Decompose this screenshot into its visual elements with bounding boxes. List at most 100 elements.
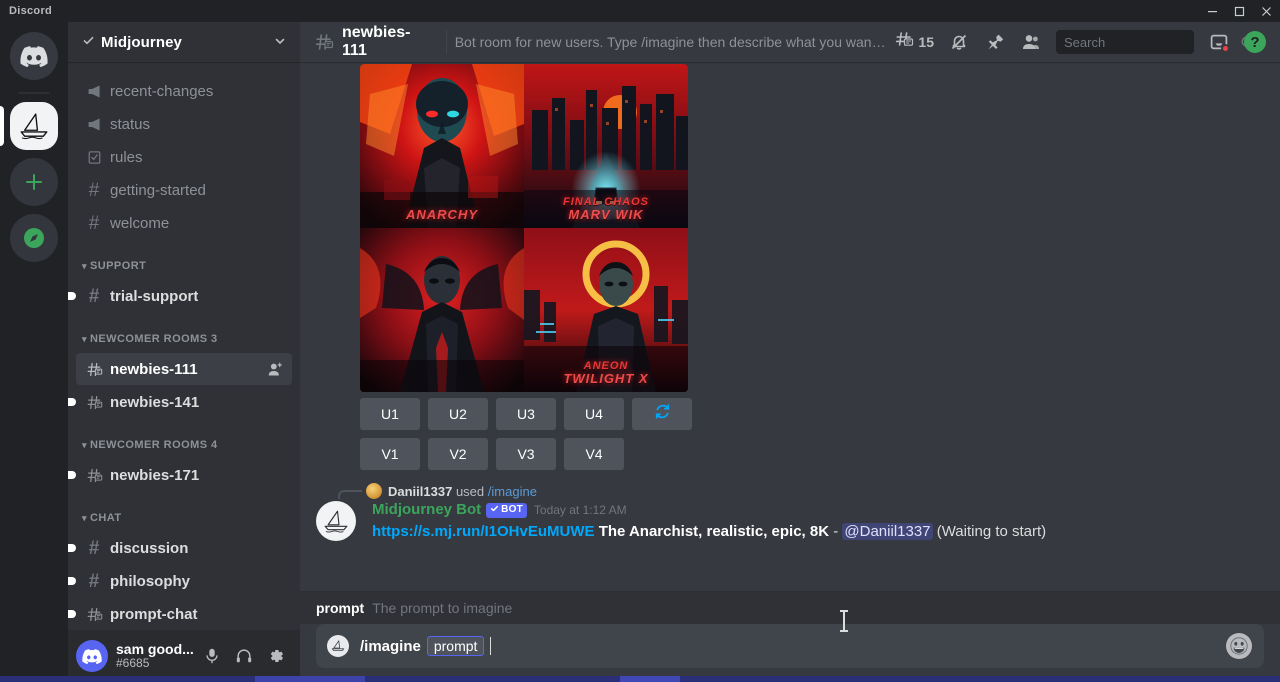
reply-username[interactable]: Daniil1337 [388,484,452,499]
sidebar-item-welcome[interactable]: # welcome [76,207,292,239]
message-dash: - [833,523,838,540]
add-member-icon[interactable] [267,361,284,378]
main-content: newbies-111 Bot room for new users. Type… [300,22,1280,682]
category-newcomer-rooms-4[interactable]: ▾ NEWCOMER ROOMS 4 [68,432,300,458]
message-input[interactable]: /imagine prompt [360,624,1226,668]
chevron-down-icon: ▾ [82,334,87,345]
sidebar-item-newbies-141[interactable]: newbies-141 [76,386,292,418]
user-info[interactable]: sam good... #6685 [116,641,196,671]
sidebar-item-prompt-chat[interactable]: prompt-chat [76,598,292,630]
category-label: NEWCOMER ROOMS 4 [90,439,218,451]
upscale-button-u1[interactable]: U1 [360,398,420,430]
message-list[interactable]: ANARCHY [300,62,1280,592]
channel-header: newbies-111 Bot room for new users. Type… [300,22,1280,62]
reroll-button[interactable] [632,398,692,430]
variation-button-v4[interactable]: V4 [564,438,624,470]
headphones-icon[interactable] [228,640,260,672]
maximize-icon[interactable] [1226,0,1253,22]
category-newcomer-rooms-3[interactable]: ▾ NEWCOMER ROOMS 3 [68,326,300,352]
sidebar-item-rules[interactable]: rules [76,141,292,173]
user-mention[interactable]: @Daniil1337 [842,523,932,540]
midjourney-image-grid[interactable]: ANARCHY [360,64,688,392]
taskbar-item[interactable] [620,676,680,682]
server-rail-item-discord-home[interactable] [0,32,68,80]
taskbar-item[interactable] [255,676,365,682]
message-author[interactable]: Midjourney Bot [372,501,481,519]
upscale-button-u4[interactable]: U4 [564,398,624,430]
tile-caption: ANEON TWILIGHT X [524,361,688,386]
sidebar-item-label: discussion [110,540,188,557]
channel-list[interactable]: recent-changes status rules # getting-st… [68,62,300,630]
sidebar-item-label: newbies-111 [110,361,198,378]
command-app-icon-button[interactable] [316,624,360,668]
message-composer[interactable]: /imagine prompt [316,624,1264,668]
pinned-messages-button[interactable] [978,25,1012,59]
announcement-icon [84,81,104,101]
grid-tile-2[interactable]: FINAL CHAOS MARV WIK [524,64,688,228]
category-support[interactable]: ▾ SUPPORT [68,253,300,279]
sidebar-item-newbies-171[interactable]: newbies-171 [76,459,292,491]
guild-header[interactable]: Midjourney [68,22,300,62]
sidebar-item-label: newbies-171 [110,467,199,484]
header-actions: 15 [888,25,1272,59]
sidebar-item-philosophy[interactable]: # philosophy [76,565,292,597]
sidebar-item-recent-changes[interactable]: recent-changes [76,75,292,107]
chevron-down-icon[interactable] [274,35,286,50]
reply-reference[interactable]: Daniil1337 used /imagine [300,478,1280,500]
sidebar-item-trial-support[interactable]: # trial-support [76,280,292,312]
sidebar-item-newbies-111[interactable]: newbies-111 [76,353,292,385]
grid-tile-4[interactable]: ANEON TWILIGHT X [524,228,688,392]
message-attachment[interactable]: ANARCHY [300,62,1280,392]
member-list-button[interactable] [1014,25,1048,59]
midjourney-sailboat-icon [327,635,349,657]
unread-indicator [68,471,76,479]
threads-button[interactable]: 15 [888,25,940,59]
variation-button-v1[interactable]: V1 [360,438,420,470]
microphone-icon[interactable] [196,640,228,672]
upscale-button-u3[interactable]: U3 [496,398,556,430]
emoji-icon[interactable] [1226,633,1252,659]
server-rail-item-midjourney[interactable] [0,102,68,150]
grid-tile-3[interactable] [360,228,524,392]
reply-command[interactable]: /imagine [488,484,537,499]
username: sam good... [116,641,194,657]
sidebar-item-status[interactable]: status [76,108,292,140]
rail-divider [18,92,50,94]
verified-check-icon [490,504,499,517]
sidebar-item-getting-started[interactable]: # getting-started [76,174,292,206]
plus-icon [10,158,58,206]
minimize-icon[interactable] [1199,0,1226,22]
search-box[interactable] [1056,30,1194,54]
close-icon[interactable] [1253,0,1280,22]
message-timestamp: Today at 1:12 AM [534,503,627,517]
variation-button-v2[interactable]: V2 [428,438,488,470]
hash-icon: # [84,180,104,200]
message-status: (Waiting to start) [937,523,1046,540]
grid-tile-1[interactable]: ANARCHY [360,64,524,228]
upscale-button-u2[interactable]: U2 [428,398,488,430]
rules-icon [84,147,104,167]
category-chat[interactable]: ▾ CHAT [68,505,300,531]
inbox-button[interactable] [1202,25,1236,59]
gear-icon[interactable] [260,640,292,672]
server-rail-item-explore[interactable] [0,214,68,262]
text-cursor [843,610,845,632]
sidebar-item-label: philosophy [110,573,190,590]
sidebar-item-label: trial-support [110,288,198,305]
header-divider [446,30,447,54]
server-rail-item-add-server[interactable] [0,158,68,206]
bot-badge-label: BOT [501,504,523,516]
sidebar-item-label: status [110,116,150,133]
message-link[interactable]: https://s.mj.run/I1OHvEuMUWE [372,523,595,540]
os-taskbar[interactable] [0,676,1280,682]
hash-thread-icon [314,32,334,52]
variation-button-v3[interactable]: V3 [496,438,556,470]
notification-settings-button[interactable] [942,25,976,59]
sidebar-item-discussion[interactable]: # discussion [76,532,292,564]
notification-badge [1221,44,1230,53]
avatar[interactable] [76,640,108,672]
help-button[interactable]: ? [1238,25,1272,59]
avatar[interactable] [316,501,356,541]
hash-thread-icon [84,359,104,379]
command-arg-chip[interactable]: prompt [427,636,485,656]
